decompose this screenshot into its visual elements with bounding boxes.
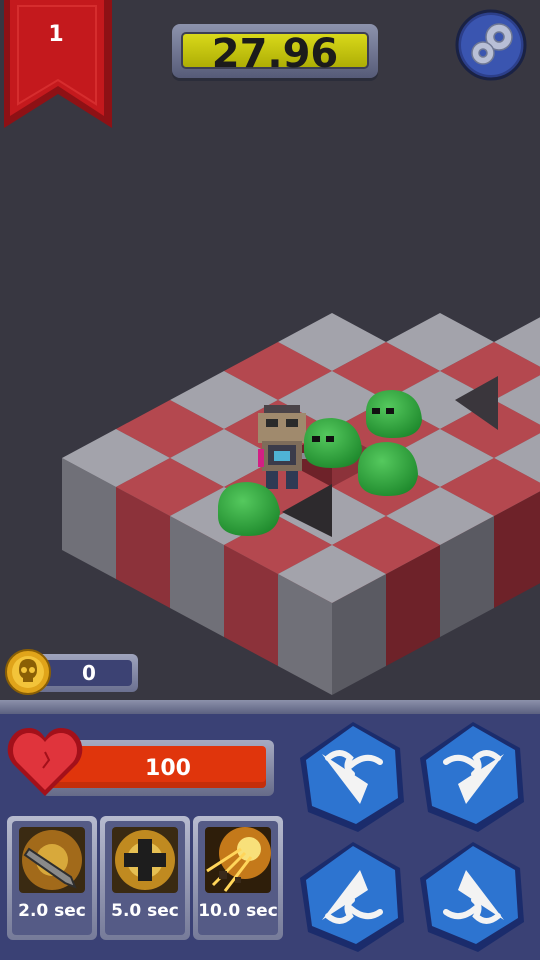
skill-cooldown: 2.0 sec: [18, 901, 86, 921]
move-up-right-button[interactable]: [414, 718, 532, 836]
controls-panel: 100 2.0 sec 5.0 sec 10.0 sec: [0, 700, 540, 960]
skill-cooldown: 10.0 sec: [198, 901, 278, 921]
health-value: 100: [145, 755, 191, 781]
explosion-icon: [205, 827, 271, 893]
move-down-right-button[interactable]: [414, 838, 532, 956]
skill-button-explosion[interactable]: 10.0 sec: [193, 816, 283, 940]
cross-icon: [112, 827, 178, 893]
game-screen: 1 27.96 0 100 2.0 sec 5.0 sec 10.0 sec: [0, 0, 540, 960]
timer-value: 27.96: [211, 31, 339, 77]
heart-icon: [7, 728, 83, 796]
move-up-left-button[interactable]: [294, 718, 412, 836]
sword-slash-icon: [19, 827, 85, 893]
coin-count: 0: [82, 661, 96, 685]
skill-button-sword[interactable]: 2.0 sec: [7, 816, 97, 940]
move-down-left-button[interactable]: [294, 838, 412, 956]
timer-panel: 27.96: [172, 24, 378, 78]
skill-cooldown: 5.0 sec: [111, 901, 179, 921]
level-ribbon: [4, 0, 112, 128]
settings-button[interactable]: [455, 9, 527, 81]
skull-coin-icon: [5, 649, 51, 695]
level-number: 1: [48, 22, 64, 47]
timer-face: 27.96: [181, 32, 369, 74]
skill-button-heal[interactable]: 5.0 sec: [100, 816, 190, 940]
